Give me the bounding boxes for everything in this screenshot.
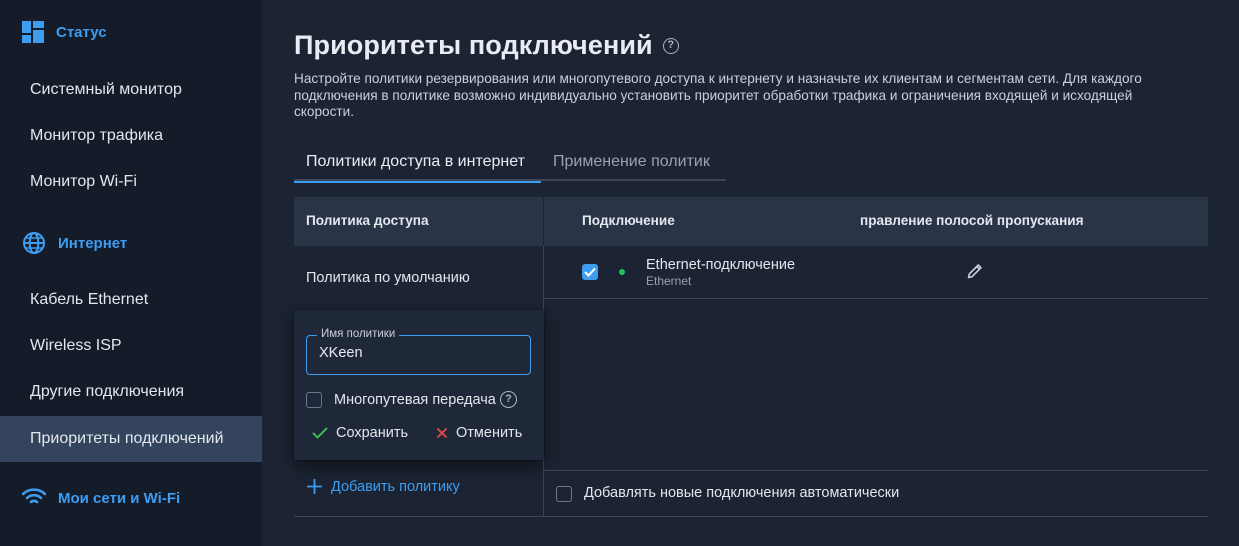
add-policy-button[interactable]: Добавить политику xyxy=(306,478,460,495)
policy-name-field: Имя политики xyxy=(306,328,531,375)
checkmark-icon xyxy=(584,267,596,277)
sidebar-item-label: Приоритеты подключений xyxy=(30,430,224,447)
sidebar-section-label: Интернет xyxy=(58,234,128,252)
sidebar-item-traffic-monitor[interactable]: Монитор трафика xyxy=(0,113,262,159)
pencil-icon xyxy=(967,264,982,279)
wifi-icon xyxy=(22,488,46,504)
dashboard-icon xyxy=(22,21,44,43)
page-title: Приоритеты подключений ? xyxy=(294,30,679,61)
status-dot xyxy=(619,269,625,275)
sidebar-item-connection-priorities[interactable]: Приоритеты подключений xyxy=(0,416,262,462)
policy-name-label: Имя политики xyxy=(317,328,400,340)
edit-bandwidth-button[interactable] xyxy=(966,262,984,285)
auto-add-label: Добавлять новые подключения автоматическ… xyxy=(584,485,900,501)
column-separator xyxy=(543,197,544,246)
close-icon xyxy=(436,427,448,439)
sidebar-item-label: Монитор Wi-Fi xyxy=(30,173,137,190)
sidebar-item-system-monitor[interactable]: Системный монитор xyxy=(0,67,262,113)
column-header-bandwidth: правление полосой пропускания xyxy=(860,213,1084,228)
sidebar-section-internet[interactable]: Интернет xyxy=(22,231,127,255)
multipath-checkbox[interactable] xyxy=(306,392,322,408)
connection-checkbox[interactable] xyxy=(582,264,598,280)
sidebar-item-ethernet-cable[interactable]: Кабель Ethernet xyxy=(0,277,262,323)
checkmark-icon xyxy=(312,427,328,439)
policy-item-default[interactable]: Политика по умолчанию xyxy=(306,270,470,286)
sidebar-section-status[interactable]: Статус xyxy=(22,21,107,43)
help-icon[interactable]: ? xyxy=(500,391,517,408)
save-button[interactable]: Сохранить xyxy=(312,425,408,441)
sidebar-section-label: Статус xyxy=(56,23,107,41)
sidebar-item-label: Системный монитор xyxy=(30,81,182,98)
cancel-label: Отменить xyxy=(456,425,523,441)
sidebar-section-label: Мои сети и Wi-Fi xyxy=(58,489,181,507)
table-bottom-border xyxy=(294,516,1208,517)
column-header-policy: Политика доступа xyxy=(306,213,429,228)
main-content: Приоритеты подключений ? Настройте полит… xyxy=(262,0,1239,546)
sidebar-item-other-connections[interactable]: Другие подключения xyxy=(0,369,262,415)
sidebar-item-label: Кабель Ethernet xyxy=(30,291,149,308)
connection-type: Ethernet xyxy=(646,274,692,288)
sidebar-item-label: Wireless ISP xyxy=(30,337,122,354)
policy-name-input[interactable] xyxy=(319,345,519,361)
multipath-label: Многопутевая передача xyxy=(334,392,496,408)
table-header: Политика доступа Подключение правление п… xyxy=(294,197,1208,246)
plus-icon xyxy=(307,479,322,494)
row-divider xyxy=(544,470,1208,471)
tab-bar: Политики доступа в интернет Применение п… xyxy=(294,148,726,183)
globe-icon xyxy=(23,232,45,254)
auto-add-checkbox[interactable] xyxy=(556,486,572,502)
tab-access-policies[interactable]: Политики доступа в интернет xyxy=(294,148,541,183)
sidebar-item-label: Монитор трафика xyxy=(30,127,164,144)
save-label: Сохранить xyxy=(336,425,409,441)
sidebar: Статус Системный монитор Монитор трафика… xyxy=(0,0,262,546)
row-divider xyxy=(544,298,1208,299)
sidebar-section-my-networks[interactable]: Мои сети и Wi-Fi xyxy=(22,487,180,509)
help-icon[interactable]: ? xyxy=(662,37,679,54)
column-header-connection: Подключение xyxy=(582,213,675,228)
add-policy-label: Добавить политику xyxy=(331,478,460,495)
sidebar-item-wireless-isp[interactable]: Wireless ISP xyxy=(0,323,262,369)
connection-name: Ethernet-подключение xyxy=(646,257,796,273)
page-description: Настройте политики резервирования или мн… xyxy=(294,71,1142,119)
sidebar-item-label: Другие подключения xyxy=(30,383,185,400)
cancel-button[interactable]: Отменить xyxy=(436,425,522,441)
page-title-text: Приоритеты подключений xyxy=(294,30,653,60)
sidebar-item-wifi-monitor[interactable]: Монитор Wi-Fi xyxy=(0,159,262,205)
new-policy-form: Имя политики Многопутевая передача ? Сох… xyxy=(294,310,544,460)
tab-apply-policies[interactable]: Применение политик xyxy=(541,148,726,181)
